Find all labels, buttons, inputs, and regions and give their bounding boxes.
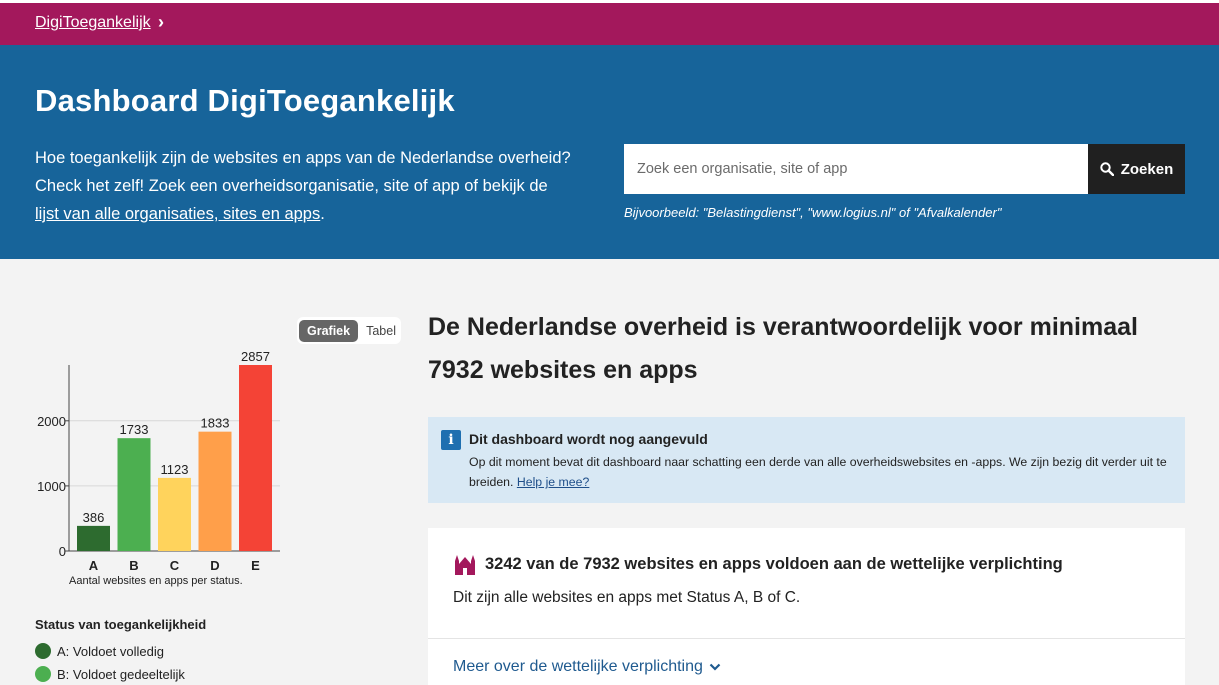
main-heading: De Nederlandse overheid is verantwoordel… (428, 306, 1188, 392)
info-title: Dit dashboard wordt nog aangevuld (469, 431, 708, 447)
info-box: i Dit dashboard wordt nog aangevuld Op d… (428, 417, 1185, 503)
bar-b (117, 438, 151, 551)
x-tick-label: E (251, 558, 260, 573)
legend-title: Status van toegankelijkheid (35, 617, 207, 632)
legend-item-a: A: Voldoet volledig (35, 643, 164, 659)
status-bar-chart: 0 1000 2000 386 A 1733 B 1123 C 1833 D 2857 E (0, 340, 300, 590)
breadcrumb-link-digitoegankelijk[interactable]: DigiToegankelijk (35, 14, 151, 32)
y-tick-label: 1000 (37, 479, 66, 494)
bar-c (158, 477, 191, 551)
card-divider (428, 638, 1185, 639)
main-heading-after: websites en apps (483, 356, 698, 384)
building-icon (455, 555, 475, 575)
chart-svg: 0 1000 2000 386 A 1733 B 1123 C 1833 D 2857 E (37, 349, 280, 573)
card-title: 3242 van de 7932 websites en apps voldoe… (485, 555, 1063, 573)
bar-value-label: 1123 (161, 462, 189, 477)
chart-caption: Aantal websites en apps per status. (69, 575, 243, 587)
card-subtitle: Dit zijn alle websites en apps met Statu… (453, 589, 801, 606)
bar-value-label: 386 (83, 510, 105, 525)
x-tick-label: B (129, 558, 138, 573)
hero-text-before: Hoe toegankelijk zijn de websites en app… (35, 149, 571, 195)
bar-e (239, 365, 272, 551)
bar-value-label: 1733 (120, 422, 149, 437)
legend-label-b: B: Voldoet gedeeltelijk (57, 666, 185, 682)
toggle-chart[interactable]: Grafiek (299, 319, 359, 342)
page-title: Dashboard DigiToegankelijk (35, 83, 455, 118)
compliance-card: 3242 van de 7932 websites en apps voldoe… (428, 528, 1185, 685)
legend-item-b: B: Voldoet gedeeltelijk (35, 666, 185, 682)
legend-dot-b (35, 666, 51, 682)
legal-obligation-link[interactable]: Meer over de wettelijke verplichting (453, 658, 721, 676)
x-tick-label: A (89, 558, 99, 573)
bar-d (198, 431, 232, 551)
hero-section: Dashboard DigiToegankelijk Hoe toegankel… (0, 45, 1219, 259)
search-input[interactable] (624, 144, 1088, 194)
x-tick-label: D (210, 558, 219, 573)
bar-value-label: 2857 (241, 349, 270, 364)
legend-dot-a (35, 643, 51, 659)
legend-label-a: A: Voldoet volledig (57, 643, 164, 659)
bar-a (77, 525, 110, 551)
bar-value-label: 1833 (201, 416, 230, 431)
info-icon: i (441, 430, 461, 450)
x-tick-label: C (170, 558, 180, 573)
view-toggle: Grafiek Tabel (297, 317, 401, 344)
hero-description: Hoe toegankelijk zijn de websites en app… (35, 144, 575, 228)
y-tick-label: 0 (59, 544, 66, 559)
y-tick-label: 2000 (37, 414, 66, 429)
search-button[interactable]: Zoeken (1088, 144, 1185, 194)
hero-text-after: . (320, 205, 325, 223)
toggle-table[interactable]: Tabel (358, 320, 404, 342)
main-heading-before: De Nederlandse overheid is verantwoordel… (428, 313, 1138, 341)
legal-obligation-label: Meer over de wettelijke verplichting (453, 658, 703, 675)
search-button-label: Zoeken (1120, 160, 1174, 178)
search-example: Bijvoorbeeld: "Belastingdienst", "www.lo… (624, 205, 1002, 220)
search-icon (1100, 162, 1114, 176)
main-heading-number: 7932 (428, 356, 484, 384)
all-organisations-link[interactable]: lijst van alle organisaties, sites en ap… (35, 205, 320, 223)
chevron-right-icon: › (158, 12, 164, 32)
help-link[interactable]: Help je mee? (517, 475, 589, 489)
info-body: Op dit moment bevat dit dashboard naar s… (469, 452, 1169, 492)
chevron-down-icon (709, 663, 721, 671)
top-navigation-bar: DigiToegankelijk › (0, 0, 1219, 45)
